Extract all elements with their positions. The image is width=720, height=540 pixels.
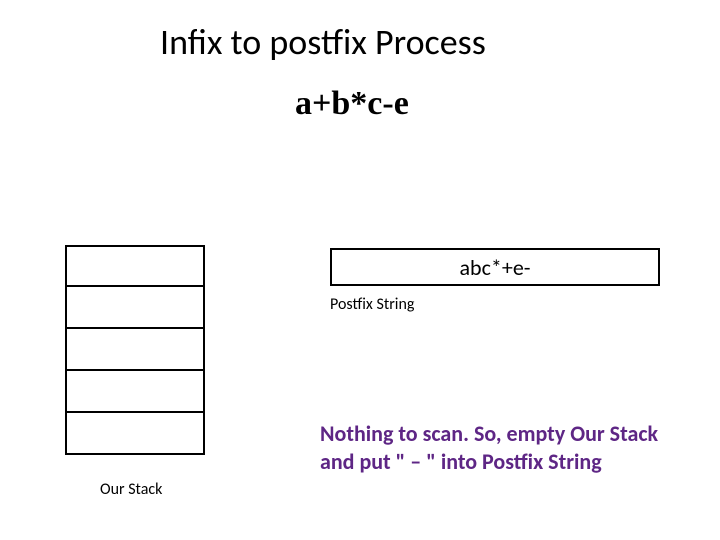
infix-expression: a+b*c-e	[295, 85, 409, 123]
postfix-label: Postfix String	[330, 295, 414, 314]
stack-visual	[65, 245, 205, 455]
stack-label: Our Stack	[100, 480, 162, 499]
stack-cell	[65, 245, 205, 287]
stack-cell	[65, 287, 205, 329]
stack-cell	[65, 329, 205, 371]
postfix-output: abc*+e-	[330, 248, 660, 286]
page-title: Infix to postfix Process	[160, 20, 486, 64]
stack-cell	[65, 413, 205, 455]
explanation-text: Nothing to scan. So, empty Our Stack and…	[320, 420, 690, 475]
stack-cell	[65, 371, 205, 413]
